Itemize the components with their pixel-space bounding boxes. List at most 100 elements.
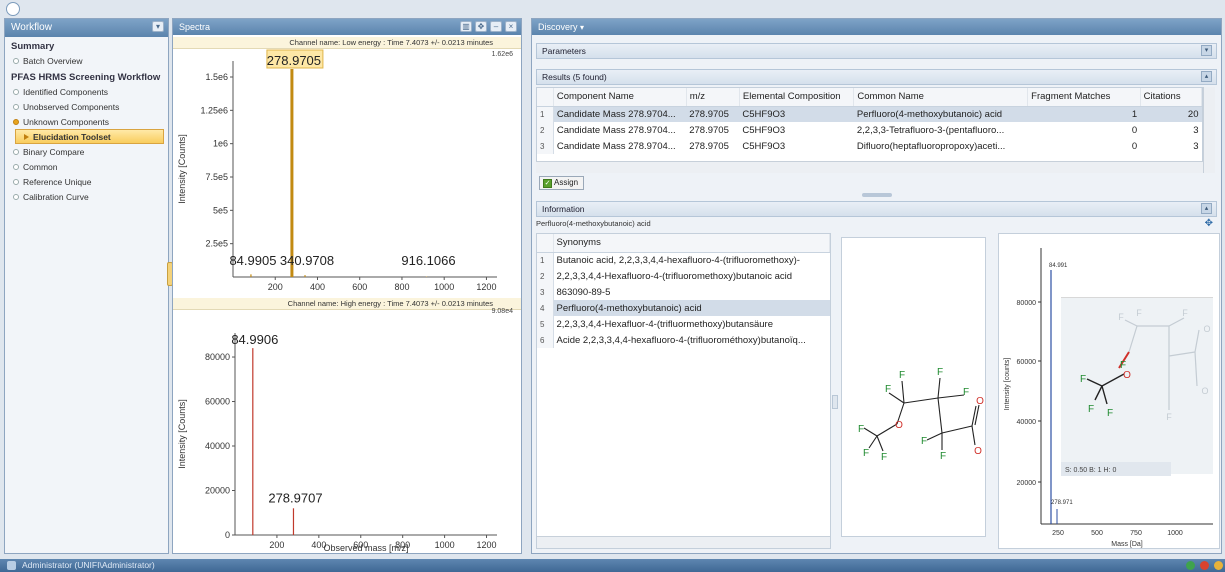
horizontal-splitter-handle[interactable] (862, 193, 892, 197)
table-row[interactable]: 2 Candidate Mass 278.9704... 278.9705 C5HF9… (537, 122, 1202, 138)
results-column-header[interactable]: Component Name (553, 88, 687, 107)
synonym-row[interactable]: 3 863090-89-5 (537, 284, 830, 300)
results-column-header[interactable]: Common Name (853, 88, 1029, 107)
y-tick-label: 1.5e6 (205, 72, 228, 82)
x-tick-label: 600 (352, 282, 367, 292)
table-cell: Perfluoro(4-methoxybutanoic) acid (853, 106, 1028, 122)
discovery-header[interactable]: Discovery ▾ (532, 19, 1221, 35)
synonym-row[interactable]: 5 2,2,3,3,4,4-Hexafluor-4-(trifluormethox… (537, 316, 830, 332)
info-splitter-handle[interactable] (832, 395, 838, 409)
y-tick-label: 40000 (1017, 419, 1037, 426)
svg-text:F: F (1118, 312, 1124, 322)
workflow-item[interactable]: Identified Components (5, 84, 168, 99)
status-warning-icon[interactable] (1214, 561, 1223, 570)
workflow-item[interactable]: Unobserved Components (5, 99, 168, 114)
y-axis-label: Intensity [Counts] (177, 134, 187, 204)
minimize-icon[interactable]: – (490, 21, 502, 32)
status-dot-icon (13, 163, 19, 170)
expand-icon[interactable]: ▾ (1201, 45, 1212, 56)
high-energy-spectrum[interactable]: 020000400006000080000200 400 600 800 1000 120… (173, 311, 521, 553)
collapse-icon[interactable]: ▴ (1201, 71, 1212, 82)
synonym-row[interactable]: 2 2,2,3,3,4,4-Hexafluoro-4-(trifluorometh… (537, 268, 830, 284)
svg-text:O: O (1123, 370, 1131, 381)
synonym-index: 2 (537, 268, 554, 284)
table-row[interactable]: 3 Candidate Mass 278.9704... 278.9705 C5HF9… (537, 138, 1202, 154)
y-tick-label: 20000 (1017, 480, 1037, 487)
pan-icon[interactable]: ✥ (1205, 218, 1213, 229)
results-column-header[interactable]: Fragment Matches (1027, 88, 1141, 107)
fragment-match-chart[interactable]: FFF F O FFF OFO 20000400006000080000250 50… (999, 234, 1221, 550)
synonym-row[interactable]: 1 Butanoic acid, 2,2,3,3,4,4-hexafluoro-4… (537, 252, 830, 268)
workflow-item[interactable]: Common (5, 159, 168, 174)
workflow-item[interactable]: Batch Overview (5, 53, 168, 68)
y-tick-label: 1e6 (213, 139, 228, 149)
spectra-panel: Spectra ▥ ✥ – × Channel name: Low energy… (172, 18, 522, 554)
assign-button[interactable]: ✓ Assign (539, 176, 585, 190)
table-cell: 2 (537, 122, 554, 138)
status-user: Administrator (UNIFI\Administrator) (22, 560, 155, 570)
results-column-header[interactable]: Elemental Composition (739, 88, 855, 107)
y-axis-label: Intensity [counts] (1004, 358, 1011, 411)
synonyms-horizontal-scrollbar[interactable] (537, 536, 830, 548)
svg-text:F: F (863, 448, 869, 459)
y-tick-label: 80000 (1017, 300, 1037, 307)
table-cell: 3 (1193, 124, 1199, 136)
workflow-item[interactable]: Calibration Curve (5, 189, 168, 204)
workflow-item-label: Calibration Curve (23, 191, 89, 202)
status-ok-icon[interactable] (1186, 561, 1195, 570)
zoom-icon[interactable]: ✥ (475, 21, 487, 32)
workflow-item-label: Binary Compare (23, 146, 85, 157)
results-section[interactable]: Results (5 found) ▴ (536, 69, 1217, 85)
workflow-list: Summary Batch Overview PFAS HRMS Screening… (5, 37, 168, 204)
workflow-item-label: Common (23, 161, 58, 172)
synonym-index: 3 (537, 284, 554, 300)
y-tick-label: 40000 (205, 441, 230, 451)
workflow-item[interactable]: Elucidation Toolset (15, 129, 164, 144)
chart-icon[interactable]: ▥ (460, 21, 472, 32)
table-row[interactable]: 1 Candidate Mass 278.9704... 278.9705 C5HF9… (537, 106, 1202, 122)
table-cell: 2,2,3,3-Tetrafluoro-3-(pentafluoro... (856, 124, 1005, 136)
synonym-row[interactable]: 4 Perfluoro(4-methoxybutanoic) acid (537, 300, 830, 316)
information-section[interactable]: Information ▴ (536, 201, 1217, 217)
synonym-index: 4 (537, 300, 554, 316)
high-energy-channel: Channel name: High energy : Time 7.4073 … (173, 298, 521, 310)
y-tick-label: 2.5e5 (205, 239, 228, 249)
workflow-item-label: Elucidation Toolset (33, 131, 111, 142)
svg-text:F: F (921, 436, 927, 447)
results-vertical-scrollbar[interactable] (1203, 87, 1215, 173)
parameters-section[interactable]: Parameters ▾ (536, 43, 1217, 59)
results-column-header[interactable]: Citations (1140, 88, 1202, 107)
peak-label: 84.9906 (231, 332, 278, 347)
svg-text:F: F (885, 384, 891, 395)
table-cell: C5HF9O3 (739, 106, 854, 122)
collapse-icon[interactable]: ▴ (1201, 203, 1212, 214)
synonym-text: 2,2,3,3,4,4-Hexafluor-4-(trifluormethoxy… (556, 318, 774, 330)
peak-label: 84.9905 (229, 253, 276, 268)
app-logo[interactable] (6, 2, 20, 16)
synonym-row[interactable]: 6 Acide 2,2,3,3,4,4-hexafluoro-4-(trifluo… (537, 332, 830, 348)
y-tick-label: 80000 (205, 352, 230, 362)
results-horizontal-scrollbar[interactable] (536, 161, 1203, 173)
low-energy-spectrum[interactable]: 2.5e5 5e5 7.5e5 1e6 1.25e6 1.5e6 200 400 600 800 1… (173, 49, 521, 297)
table-cell: 0 (1131, 124, 1138, 136)
synonym-index: 5 (537, 316, 554, 332)
workflow-panel: Workflow ▾ Summary Batch Overview PFAS HRM… (4, 18, 169, 554)
table-cell: 278.9705 (689, 140, 729, 152)
results-table: Component Name m/z Elemental Composition Co… (537, 88, 1202, 154)
results-column-header[interactable]: m/z (686, 88, 740, 107)
workflow-menu-icon[interactable]: ▾ (152, 21, 164, 32)
svg-text:F: F (899, 370, 905, 381)
status-error-icon[interactable] (1200, 561, 1209, 570)
status-dot-icon (13, 148, 19, 155)
user-icon (7, 561, 16, 570)
svg-text:O: O (976, 396, 984, 407)
table-cell: Candidate Mass 278.9704... (556, 140, 676, 152)
peak-label: 84.991 (1049, 263, 1068, 269)
workflow-item[interactable]: Reference Unique (5, 174, 168, 189)
workflow-item[interactable]: Unknown Components (5, 114, 168, 129)
close-icon[interactable]: × (505, 21, 517, 32)
y-tick-label: 5e5 (213, 205, 228, 215)
discovery-title: Discovery (538, 22, 578, 32)
table-cell: Candidate Mass 278.9704... (553, 106, 687, 122)
workflow-item[interactable]: Binary Compare (5, 144, 168, 159)
